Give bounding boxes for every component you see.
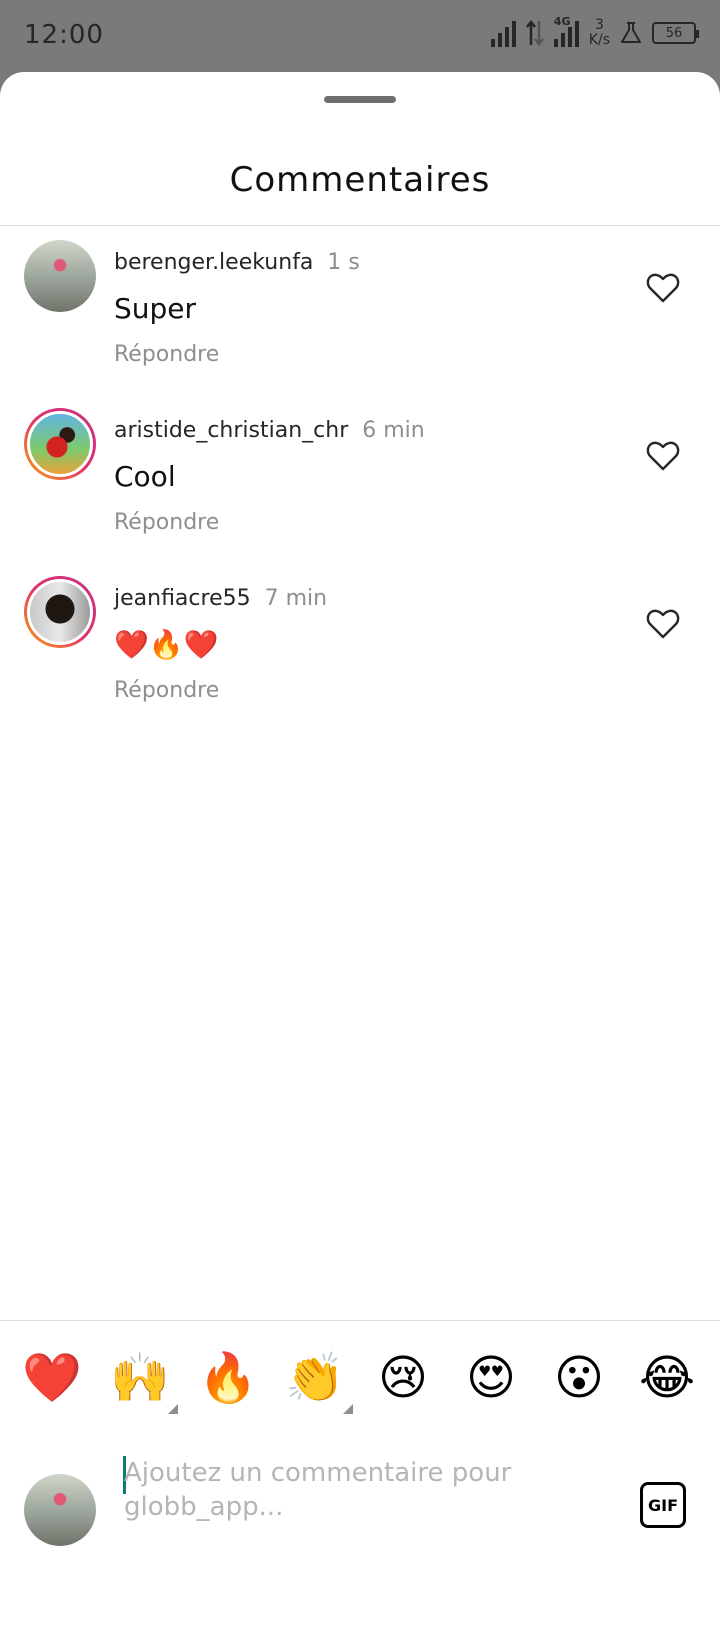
system-nav-bar (0, 1632, 720, 1640)
avatar[interactable] (24, 576, 96, 648)
comment-item: jeanfiacre55 7 min ❤️🔥❤️ Répondre (0, 576, 720, 744)
emoji-laughing[interactable]: 😂 (635, 1346, 699, 1410)
sheet-title: Commentaires (229, 160, 491, 200)
comment-text: ❤️🔥❤️ (114, 628, 219, 661)
comment-time: 7 min (264, 586, 328, 611)
emoji-heart-eyes[interactable]: 😍 (459, 1346, 523, 1410)
comment-item: berenger.leekunfa 1 s Super Répondre (0, 240, 720, 408)
divider (0, 225, 720, 226)
network-type: 4G (553, 15, 571, 28)
emoji-heart[interactable]: ❤️ (20, 1346, 84, 1410)
speed-unit: K/s (588, 32, 610, 48)
emoji-crying[interactable]: 😢 (371, 1346, 435, 1410)
signal-icon (490, 19, 516, 47)
comment-text: Cool (114, 460, 176, 493)
comment-username[interactable]: jeanfiacre55 (114, 586, 251, 611)
comment-username[interactable]: aristide_christian_chr (114, 418, 348, 443)
heart-icon[interactable] (646, 440, 680, 472)
emoji-bar: ❤️ 🙌 🔥 👏 😢 😍 😮 😂 (0, 1336, 720, 1432)
avatar[interactable] (24, 240, 96, 312)
reply-button[interactable]: Répondre (114, 678, 219, 703)
heart-icon[interactable] (646, 608, 680, 640)
comment-input[interactable]: Ajoutez un commentaire pour globb_app... (124, 1456, 604, 1524)
battery-level: 56 (665, 25, 683, 41)
emoji-fire[interactable]: 🔥 (196, 1346, 260, 1410)
status-icons: 4G 3 K/s 56 (490, 15, 699, 48)
avatar[interactable] (24, 408, 96, 480)
divider (0, 1320, 720, 1321)
status-time: 12:00 (24, 20, 104, 50)
comment-text: Super (114, 292, 197, 325)
comment-item: aristide_christian_chr 6 min Cool Répond… (0, 408, 720, 576)
reply-button[interactable]: Répondre (114, 342, 219, 367)
avatar[interactable] (24, 1474, 96, 1546)
battery-icon: 56 (652, 22, 699, 44)
comments-sheet: Commentaires berenger.leekunfa 1 s Super… (0, 72, 720, 1640)
data-transfer-icon (525, 19, 544, 47)
reply-button[interactable]: Répondre (114, 510, 219, 535)
comment-time: 1 s (327, 250, 360, 275)
signal-4g-icon: 4G (553, 15, 579, 47)
comment-composer: Ajoutez un commentaire pour globb_app...… (0, 1442, 720, 1582)
network-speed: 3 K/s (589, 18, 610, 48)
speed-value: 3 (594, 17, 604, 33)
drag-handle[interactable] (324, 96, 396, 103)
gif-button[interactable]: GIF (640, 1482, 686, 1528)
comment-username[interactable]: berenger.leekunfa (114, 250, 313, 275)
comment-time: 6 min (362, 418, 425, 443)
comment-list: berenger.leekunfa 1 s Super Répondre ari… (0, 240, 720, 744)
emoji-raised-hands[interactable]: 🙌 (108, 1346, 178, 1414)
emoji-clapping[interactable]: 👏 (283, 1346, 353, 1414)
status-bar: 12:00 4G 3 K/s 56 (0, 0, 720, 72)
heart-icon[interactable] (646, 272, 680, 304)
emoji-surprised[interactable]: 😮 (547, 1346, 611, 1410)
lab-flask-icon (621, 22, 641, 43)
